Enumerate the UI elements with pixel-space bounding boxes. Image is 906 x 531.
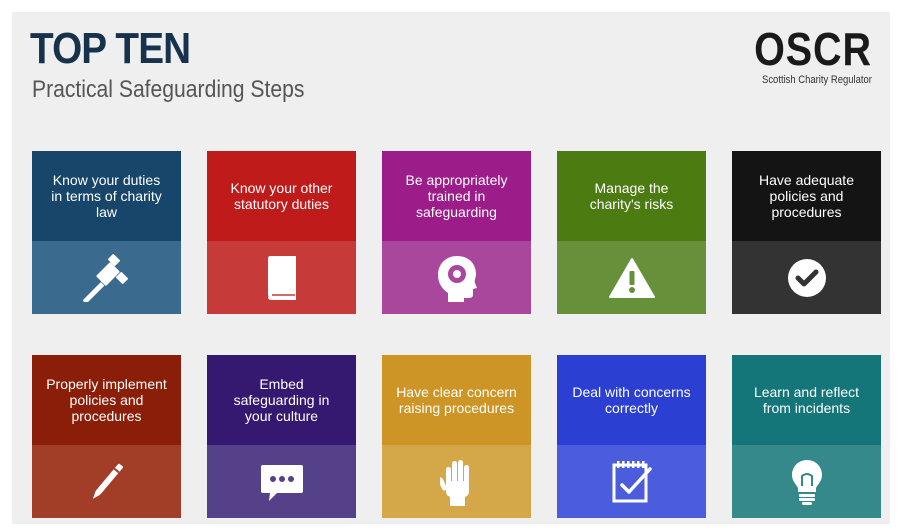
card-adequate-policies: Have adequate policies and procedures — [732, 151, 881, 314]
check-circle-icon — [787, 258, 826, 297]
card-learn-reflect: Learn and reflect from incidents — [732, 355, 881, 518]
page-subtitle: Practical Safeguarding Steps — [32, 76, 305, 103]
infographic-panel: TOP TEN Practical Safeguarding Steps OSC… — [12, 12, 890, 524]
card-label: Embed safeguarding in your culture — [207, 355, 356, 445]
card-label: Learn and reflect from incidents — [732, 355, 881, 445]
card-label: Know your other statutory duties — [207, 151, 356, 241]
lightbulb-icon — [791, 459, 822, 505]
logo-name: OSCR — [754, 23, 872, 75]
checklist-icon — [612, 460, 652, 502]
gavel-icon — [82, 253, 128, 302]
card-label: Be appropriately trained in safeguarding — [382, 151, 531, 241]
page-title: TOP TEN — [30, 24, 191, 73]
chat-icon — [260, 464, 303, 501]
card-trained-safeguarding: Be appropriately trained in safeguarding — [382, 151, 531, 314]
card-label: Know your duties in terms of charity law — [32, 151, 181, 241]
card-charity-law: Know your duties in terms of charity law — [32, 151, 181, 314]
card-implement-policies: Properly implement policies and procedur… — [32, 355, 181, 518]
card-manage-risks: Manage the charity's risks — [557, 151, 706, 314]
pen-icon — [92, 463, 123, 499]
card-label: Have adequate policies and procedures — [732, 151, 881, 241]
card-label: Deal with concerns correctly — [557, 355, 706, 445]
hand-icon — [439, 459, 469, 506]
card-concern-raising: Have clear concern raising procedures — [382, 355, 531, 518]
card-statutory-duties: Know your other statutory duties — [207, 151, 356, 314]
warning-icon — [608, 257, 655, 298]
book-icon — [267, 255, 296, 300]
card-label: Manage the charity's risks — [557, 151, 706, 241]
card-label: Have clear concern raising procedures — [382, 355, 531, 445]
oscr-logo: OSCR Scottish Charity Regulator — [735, 26, 872, 86]
logo-tagline: Scottish Charity Regulator — [762, 74, 872, 86]
card-deal-concerns: Deal with concerns correctly — [557, 355, 706, 518]
head-icon — [437, 255, 477, 302]
card-label: Properly implement policies and procedur… — [32, 355, 181, 445]
card-embed-culture: Embed safeguarding in your culture — [207, 355, 356, 518]
